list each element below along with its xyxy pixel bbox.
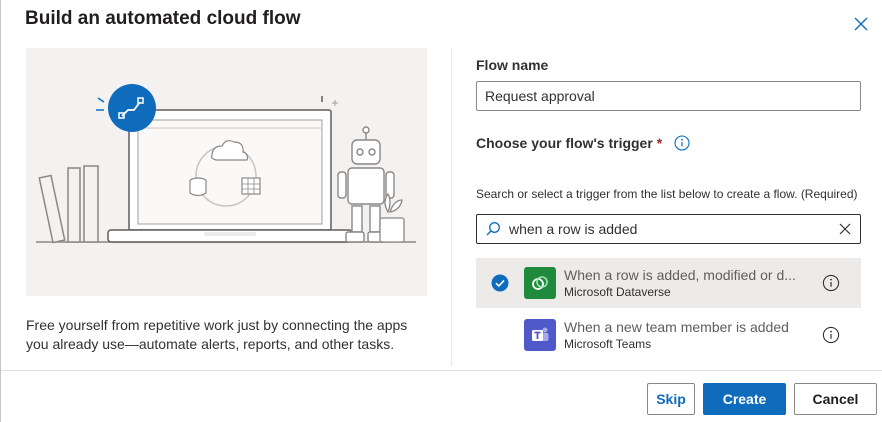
checkmark-circle-icon (491, 274, 509, 292)
close-icon (839, 223, 851, 235)
required-marker: * (656, 135, 663, 151)
trigger-connector-name: Microsoft Teams (564, 337, 652, 351)
panel-divider (451, 48, 452, 366)
selected-check (476, 274, 524, 292)
trigger-text: When a new team member is added Microsof… (564, 318, 814, 352)
cancel-button[interactable]: Cancel (794, 383, 877, 415)
trigger-option-teams[interactable]: When a new team member is added Microsof… (476, 310, 861, 360)
footer-divider (1, 370, 882, 371)
trigger-info-button[interactable] (822, 326, 840, 344)
close-button[interactable] (849, 12, 873, 36)
close-icon (854, 17, 868, 31)
trigger-info-button[interactable] (674, 135, 690, 151)
trigger-text: When a row is added, modified or d... Mi… (564, 266, 814, 300)
dataverse-connector-icon (524, 267, 556, 299)
illustration-description: Free yourself from repetitive work just … (26, 317, 408, 352)
trigger-search-input[interactable] (509, 215, 830, 243)
trigger-info-button[interactable] (822, 274, 840, 292)
dialog-title: Build an automated cloud flow (25, 8, 301, 29)
trigger-search-box (476, 214, 861, 244)
trigger-option-dataverse[interactable]: When a row is added, modified or d... Mi… (476, 258, 861, 308)
books-icon (38, 165, 99, 244)
trigger-connector-name: Microsoft Dataverse (564, 285, 671, 299)
flow-illustration (26, 48, 427, 296)
search-icon (477, 215, 509, 243)
flow-badge-icon (108, 84, 156, 132)
build-flow-dialog: Build an automated cloud flow Free yours… (0, 0, 882, 422)
create-button[interactable]: Create (703, 383, 786, 415)
flow-name-input[interactable] (476, 81, 861, 111)
trigger-title: When a row is added, modified or d... (564, 267, 796, 283)
skip-button[interactable]: Skip (647, 383, 695, 415)
info-icon (674, 135, 690, 151)
trigger-label-text: Choose your flow's trigger (476, 135, 653, 151)
teams-connector-icon (524, 319, 556, 351)
laptop-illustration (36, 84, 416, 244)
info-icon (822, 274, 840, 292)
clear-search-button[interactable] (830, 215, 860, 243)
info-icon (822, 326, 840, 344)
flow-name-label: Flow name (476, 57, 549, 73)
trigger-title: When a new team member is added (564, 319, 789, 335)
trigger-label: Choose your flow's trigger * (476, 135, 690, 151)
trigger-help-text: Search or select a trigger from the list… (476, 187, 858, 201)
